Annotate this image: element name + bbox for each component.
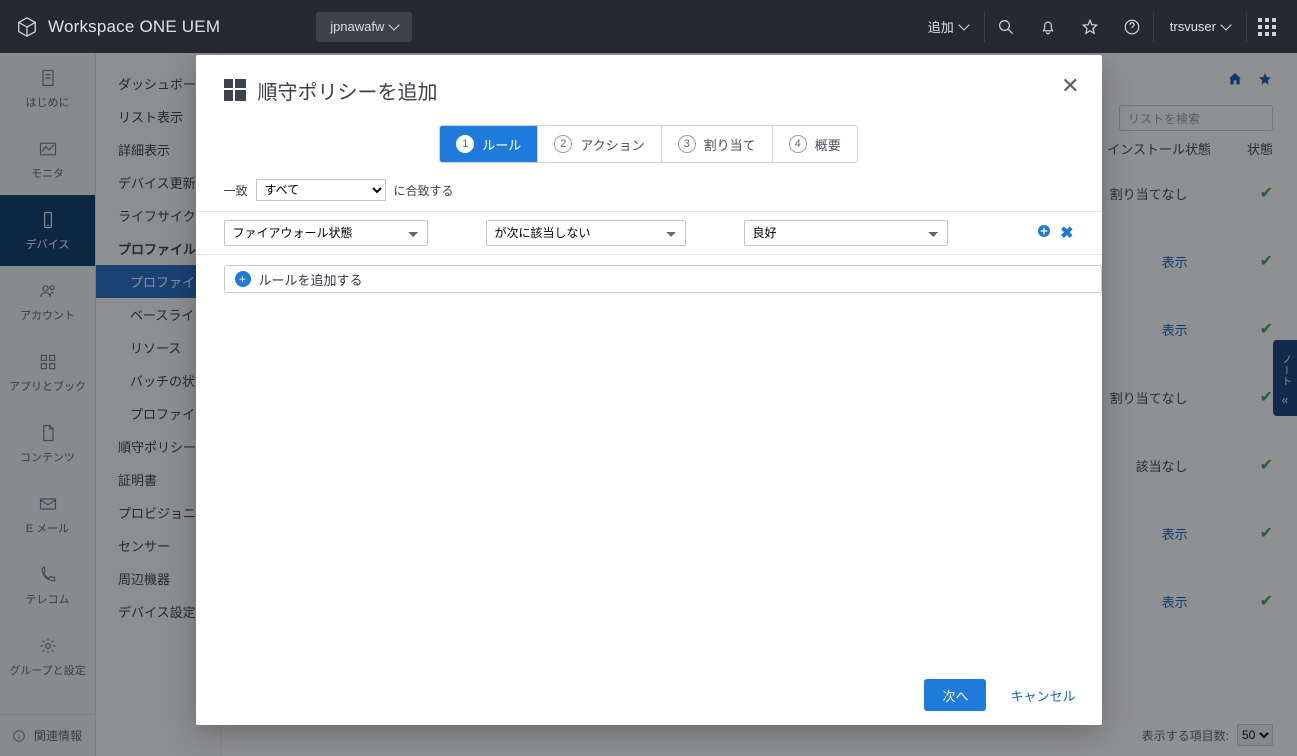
wizard-step-rules[interactable]: 1 ルール [440, 126, 537, 162]
app-launcher-icon[interactable] [1247, 0, 1287, 53]
wizard-step-summary[interactable]: 4 概要 [772, 126, 857, 162]
match-pre-label: 一致 [224, 182, 248, 199]
wizard-step-actions[interactable]: 2 アクション [537, 126, 660, 162]
bell-icon[interactable] [1027, 0, 1069, 53]
tenant-name: jpnawafw [330, 19, 384, 34]
modal-overlay: 順守ポリシーを追加 ✕ 1 ルール 2 アクション 3 割り当て 4 [0, 53, 1297, 756]
rule-value-select[interactable]: 良好 [744, 220, 948, 246]
star-icon[interactable] [1069, 0, 1111, 53]
product-logo-icon [16, 16, 38, 38]
wizard-step-assignment[interactable]: 3 割り当て [661, 126, 772, 162]
step-label: アクション [580, 135, 644, 154]
chevron-down-icon [1220, 19, 1231, 30]
modal-title: 順守ポリシーを追加 [224, 76, 438, 105]
match-post-label: に合致する [394, 182, 454, 199]
add-compliance-policy-modal: 順守ポリシーを追加 ✕ 1 ルール 2 アクション 3 割り当て 4 [196, 55, 1102, 725]
step-number: 4 [789, 135, 807, 153]
step-number: 1 [456, 135, 474, 153]
step-number: 3 [678, 135, 696, 153]
add-rule-label: ルールを追加する [259, 270, 363, 289]
product-title: Workspace ONE UEM [48, 17, 220, 37]
step-label: 概要 [815, 135, 841, 154]
user-name: trsvuser [1170, 19, 1216, 34]
rule-row: ファイアウォール状態 が次に該当しない 良好 ✖ [196, 211, 1102, 255]
step-label: ルール [482, 135, 521, 154]
cancel-button[interactable]: キャンセル [1010, 686, 1075, 705]
help-icon[interactable] [1111, 0, 1153, 53]
next-button[interactable]: 次へ [924, 679, 986, 711]
topbar: Workspace ONE UEM jpnawafw 追加 trsvuser [0, 0, 1297, 53]
remove-rule-icon[interactable]: ✖ [1060, 223, 1073, 244]
step-label: 割り当て [704, 135, 756, 154]
rule-field-select[interactable]: ファイアウォール状態 [224, 220, 428, 246]
windows-icon [224, 79, 246, 101]
modal-title-text: 順守ポリシーを追加 [258, 76, 438, 105]
rule-operator-select[interactable]: が次に該当しない [486, 220, 686, 246]
add-rule-icon[interactable] [1036, 223, 1052, 244]
add-menu-label: 追加 [928, 17, 954, 36]
match-condition-row: 一致 すべて に合致する [196, 179, 1102, 211]
step-number: 2 [554, 135, 572, 153]
chevron-down-icon [389, 19, 400, 30]
wizard-steps: 1 ルール 2 アクション 3 割り当て 4 概要 [196, 125, 1102, 179]
modal-footer: 次へ キャンセル [196, 665, 1102, 725]
match-type-select[interactable]: すべて [256, 179, 386, 201]
chevron-down-icon [958, 19, 969, 30]
add-menu[interactable]: 追加 [912, 17, 984, 36]
tenant-selector[interactable]: jpnawafw [316, 12, 412, 42]
plus-icon: + [235, 271, 251, 287]
search-icon[interactable] [985, 0, 1027, 53]
user-menu[interactable]: trsvuser [1154, 19, 1246, 34]
close-icon[interactable]: ✕ [1061, 73, 1079, 99]
add-rule-button[interactable]: + ルールを追加する [224, 265, 1102, 293]
